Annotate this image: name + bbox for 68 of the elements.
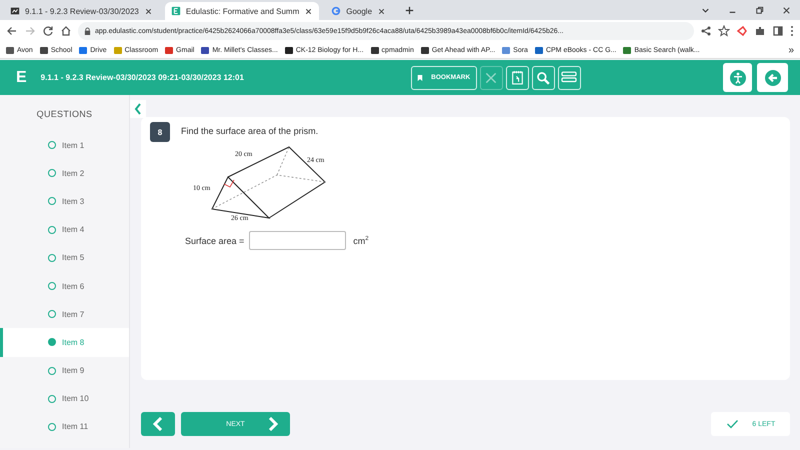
logo: E [16, 68, 27, 86]
image-icon [10, 6, 20, 16]
browser-tab[interactable]: 9.1.1 - 9.2.3 Review-03/30/2023 [4, 2, 159, 20]
close-tab-icon[interactable] [144, 6, 153, 16]
search-button[interactable] [532, 66, 555, 90]
edulastic-favicon-icon [170, 6, 181, 16]
share-icon[interactable] [700, 25, 712, 37]
question-item[interactable]: Item 5 [0, 244, 129, 272]
status-dot-icon [48, 169, 56, 178]
menu-button[interactable] [558, 66, 581, 90]
back-icon[interactable] [6, 25, 18, 37]
question-item[interactable]: Item 7 [0, 300, 129, 328]
calculator-button[interactable] [506, 66, 529, 90]
lock-icon [84, 26, 91, 36]
question-item[interactable]: Item 11 [0, 412, 129, 442]
sidepanel-icon[interactable] [772, 25, 784, 37]
status-dot-icon [48, 226, 56, 234]
close-icon [484, 70, 498, 84]
reload-icon[interactable] [42, 25, 54, 37]
question-item[interactable]: Item 4 [0, 216, 129, 244]
more-bookmarks-icon[interactable]: » [788, 44, 794, 56]
collapse-button[interactable] [130, 100, 146, 118]
status-dot-icon [48, 197, 56, 206]
test-title: 9.1.1 - 9.2.3 Review-03/30/2023 09:21-03/30/2023 12:01 [40, 73, 245, 82]
star-icon[interactable] [718, 25, 730, 37]
answer-label: Surface area = [185, 236, 244, 246]
extension-icon[interactable] [736, 25, 748, 37]
status-dot-icon [48, 394, 56, 403]
search-icon [536, 70, 550, 84]
checkmark-icon [726, 419, 739, 429]
status-dot-icon [48, 282, 56, 290]
bookmark-icon [417, 74, 424, 82]
browser-tab[interactable]: Edulastic: Formative and Summ [164, 2, 320, 20]
menu-icon [560, 70, 578, 84]
status-dot-icon [48, 141, 56, 150]
close-icon[interactable] [781, 4, 792, 16]
question-item[interactable]: Item 3 [0, 187, 129, 216]
previous-button[interactable] [141, 412, 175, 436]
restore-icon[interactable] [754, 4, 765, 16]
new-tab-icon[interactable] [404, 4, 416, 16]
close-tab-icon[interactable] [304, 6, 314, 16]
close-tab-icon[interactable] [377, 6, 386, 16]
status-dot-icon [48, 338, 56, 346]
status-dot-icon [48, 422, 56, 431]
question-item[interactable]: Item 10 [0, 384, 129, 413]
question-item[interactable]: Item 1 [0, 131, 129, 160]
google-favicon-icon [331, 6, 342, 16]
status-dot-icon [48, 310, 56, 318]
answer-field[interactable] [249, 231, 346, 250]
question-item[interactable]: Item 9 [0, 356, 129, 385]
status-dot-icon [48, 254, 56, 262]
calculator-icon [510, 70, 524, 85]
accessibility-button[interactable] [723, 63, 752, 92]
question-prompt: Find the surface area of the prism. [181, 125, 320, 136]
chevron-left-icon [153, 417, 163, 431]
exit-button[interactable] [757, 63, 788, 92]
status-dot-icon [48, 366, 56, 375]
browser-tab[interactable]: Google [325, 2, 392, 20]
question-item[interactable]: Item 2 [0, 159, 129, 188]
question-item[interactable]: Item 6 [0, 272, 129, 300]
sidebar-title: QUESTIONS [36, 108, 94, 121]
chevron-left-icon [134, 103, 142, 115]
home-icon[interactable] [60, 25, 72, 37]
chevron-right-icon [268, 417, 278, 431]
question-number: 8 [150, 122, 170, 142]
accessibility-icon [730, 70, 746, 86]
unit-label: cm$^{2}$ [353, 236, 369, 246]
menu-icon[interactable] [790, 25, 794, 37]
